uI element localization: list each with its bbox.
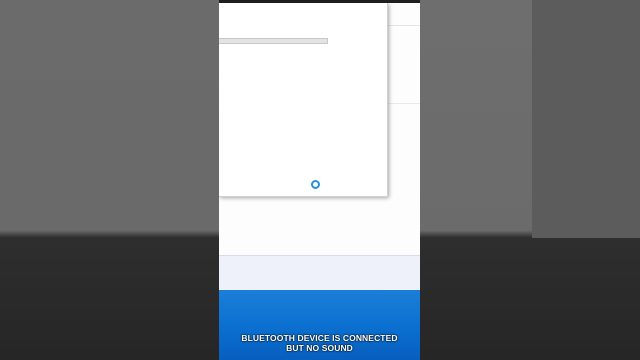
blurred-background-left: [0, 0, 219, 360]
blurred-background-right: [420, 0, 640, 360]
video-frame: BLUETOOTH DEVICE IS CONNECTED BUT NO SOU…: [219, 0, 420, 360]
caption-line-2: BUT NO SOUND: [286, 343, 353, 353]
blurred-background-shade: [532, 0, 640, 238]
settings-divider: [387, 103, 420, 104]
bottom-settings-strip: [219, 255, 420, 291]
caption-line-1: BLUETOOTH DEVICE IS CONNECTED: [241, 333, 398, 343]
loading-ring-icon: [311, 180, 320, 189]
settings-divider: [387, 25, 420, 26]
video-caption: BLUETOOTH DEVICE IS CONNECTED BUT NO SOU…: [219, 333, 420, 353]
progress-bar: [219, 38, 328, 44]
loading-dialog: [219, 3, 388, 197]
